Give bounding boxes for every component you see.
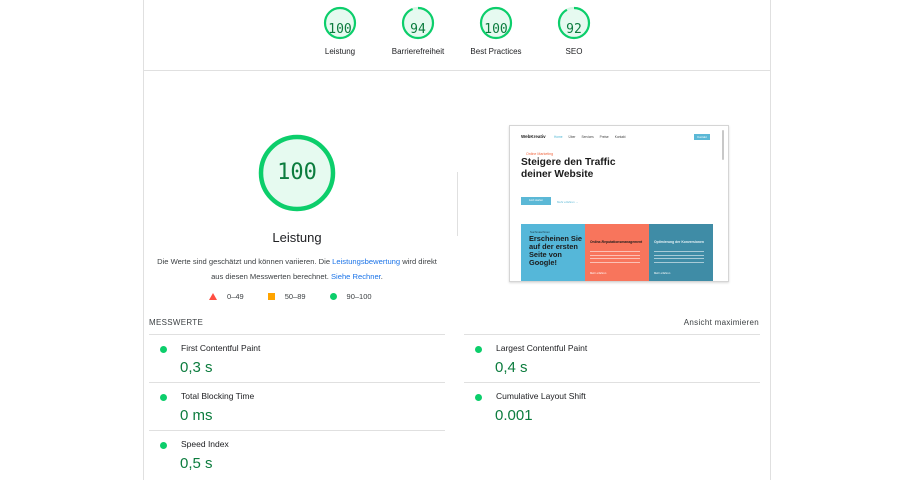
pass-circle-icon (160, 442, 167, 449)
shot-nav-item: Services (581, 135, 594, 139)
shot-card-more: Mehr erfahren (590, 272, 607, 275)
metric-name: Speed Index (181, 439, 229, 449)
expand-view-button[interactable]: Ansicht maximieren (684, 318, 759, 327)
performance-description: Die Werte sind geschätzt und können vari… (154, 254, 440, 284)
gauge-score: 94 (410, 22, 426, 37)
shot-nav-item: Home (554, 135, 563, 139)
metric-value: 0,5 s (180, 455, 213, 472)
metric-value: 0,4 s (495, 359, 528, 376)
gauge-label: Barrierefreiheit (391, 47, 445, 56)
score-link[interactable]: Leistungsbewertung (332, 257, 400, 266)
performance-title: Leistung (272, 230, 322, 245)
report-panel: 100 Leistung 94 Barrierefreiheit 100 Bes… (143, 0, 771, 480)
metric-value: 0.001 (495, 407, 533, 424)
legend-range: 90–100 (346, 292, 372, 301)
shot-nav-links: Home Über Services Preise Kontakt (554, 135, 626, 139)
gauge-score: 100 (328, 22, 352, 37)
shot-cta: Jetzt starten (521, 197, 551, 205)
calculator-link[interactable]: Siehe Rechner (331, 272, 381, 281)
gauge-accessibility[interactable]: 94 Barrierefreiheit (378, 6, 458, 56)
shot-link: Mehr erfahren → (557, 200, 579, 204)
category-gauges: 100 Leistung 94 Barrierefreiheit 100 Bes… (144, 0, 770, 71)
gauge-seo[interactable]: 92 SEO (534, 6, 614, 56)
shot-card-2: Online-Reputationsmanagement Mehr erfahr… (585, 224, 649, 281)
shot-card-3: Optimierung der Konversionen Mehr erfahr… (649, 224, 713, 281)
pass-circle-icon (160, 394, 167, 401)
shot-kicker: Online Marketing (526, 152, 554, 156)
shot-card-title: Optimierung der Konversionen (654, 240, 704, 244)
shot-nav-button: Kontakt (694, 134, 710, 140)
shot-brand: WebKreativ (521, 134, 546, 139)
shot-nav-item: Preise (599, 135, 609, 139)
triangle-icon (209, 293, 217, 300)
gauge-score: 100 (484, 22, 508, 37)
final-screenshot[interactable]: WebKreativ Home Über Services Preise Kon… (509, 125, 729, 282)
shot-nav-item: Über (568, 135, 576, 139)
metric-fcp[interactable]: First Contentful Paint 0,3 s (149, 334, 445, 381)
desc-text: Die Werte sind geschätzt und können vari… (157, 257, 333, 266)
performance-score: 100 (277, 160, 317, 185)
square-icon (267, 293, 275, 300)
metric-name: Largest Contentful Paint (496, 343, 588, 353)
metric-value: 0,3 s (180, 359, 213, 376)
shot-scrollbar (722, 130, 724, 160)
performance-gauge: 100 (257, 133, 337, 213)
legend-range: 50–89 (284, 292, 306, 301)
circle-icon (329, 293, 337, 300)
shot-card-1: Suchmaschinen Erscheinen Sie auf der ers… (521, 224, 585, 281)
gauge-label: Leistung (324, 47, 356, 56)
shot-nav-item: Kontakt (614, 135, 626, 139)
metric-value: 0 ms (180, 407, 213, 424)
vertical-divider (457, 172, 458, 236)
shot-headline: Steigere den Traffic deiner Website (521, 157, 616, 180)
metric-name: Total Blocking Time (181, 391, 255, 401)
metric-tbt[interactable]: Total Blocking Time 0 ms (149, 382, 445, 429)
pass-circle-icon (475, 346, 482, 353)
legend-pass: 90–100 (329, 292, 372, 301)
shot-card-title: Online-Reputationsmanagement (590, 240, 643, 244)
shot-card-text (654, 251, 704, 265)
gauge-score: 92 (566, 22, 582, 37)
gauge-label: Best Practices (470, 47, 522, 56)
metrics-header: MESSWERTE Ansicht maximieren (149, 318, 759, 328)
legend-fail: 0–49 (209, 292, 244, 301)
shot-card-text (590, 251, 640, 265)
score-legend: 0–49 50–89 90–100 (209, 292, 396, 301)
gauge-label: SEO (565, 47, 583, 56)
shot-card-more: Mehr erfahren (654, 272, 671, 275)
metric-name: First Contentful Paint (181, 343, 261, 353)
gauge-best-practices[interactable]: 100 Best Practices (456, 6, 536, 56)
metric-cls[interactable]: Cumulative Layout Shift 0.001 (464, 382, 760, 429)
shot-nav: WebKreativ Home Über Services Preise Kon… (510, 126, 728, 146)
legend-range: 0–49 (227, 292, 244, 301)
gauge-performance[interactable]: 100 Leistung (300, 6, 380, 56)
metric-name: Cumulative Layout Shift (496, 391, 586, 401)
pass-circle-icon (160, 346, 167, 353)
metrics-title: MESSWERTE (149, 318, 204, 327)
shot-card-title: Erscheinen Sie auf der ersten Seite von … (529, 234, 582, 267)
pass-circle-icon (475, 394, 482, 401)
desc-text: . (380, 272, 383, 281)
metric-speed-index[interactable]: Speed Index 0,5 s (149, 430, 445, 477)
legend-average: 50–89 (267, 292, 306, 301)
metric-lcp[interactable]: Largest Contentful Paint 0,4 s (464, 334, 760, 381)
